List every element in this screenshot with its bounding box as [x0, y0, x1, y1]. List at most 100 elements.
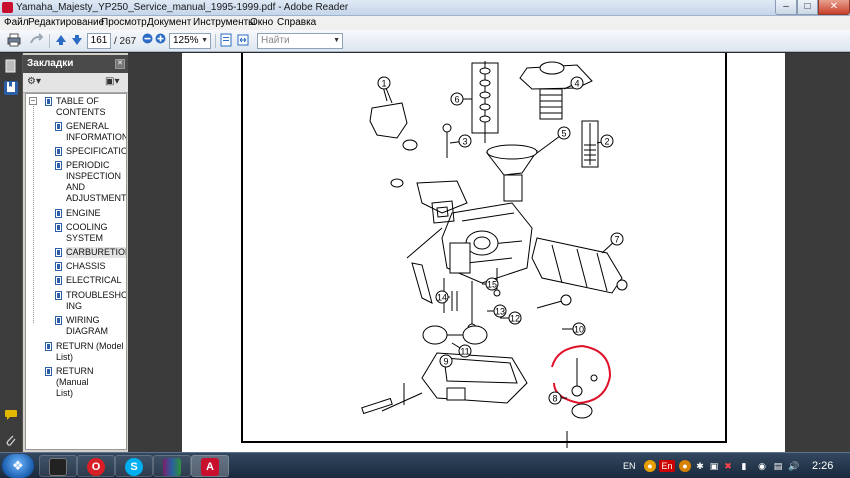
- float-pin-head: [560, 294, 572, 306]
- tray-security-icon[interactable]: ▣: [708, 460, 720, 472]
- tray-alert-icon[interactable]: ✖: [722, 460, 734, 472]
- float-bowl-drain: [446, 387, 466, 401]
- bookmark-periodic-inspection[interactable]: PERIODIC INSPECTION AND ADJUSTMENT: [55, 160, 127, 204]
- tray-app-icon[interactable]: ●: [679, 460, 691, 472]
- part-7-screw: [616, 279, 628, 291]
- punto-switcher-icon[interactable]: En: [659, 460, 675, 472]
- zoom-in-icon[interactable]: [154, 33, 166, 49]
- zoom-out-icon[interactable]: [141, 33, 153, 49]
- bookmark-label-line: AND: [66, 182, 86, 192]
- callout-13-label: 13: [495, 307, 505, 317]
- zoom-level-value: 125%: [173, 35, 199, 46]
- document-area[interactable]: 1 2 3 4 5 6 7 8 9 10 11 12 13 14 15: [128, 53, 850, 452]
- close-panel-icon[interactable]: ✕: [115, 59, 125, 69]
- bookmark-page-icon: [55, 161, 62, 170]
- bookmark-cooling-system[interactable]: COOLING SYSTEM: [55, 222, 108, 244]
- taskbar-app-skype[interactable]: S: [115, 455, 153, 477]
- next-page-icon[interactable]: [70, 33, 84, 49]
- tray-device-icon[interactable]: ▮: [738, 460, 750, 472]
- bookmark-label-line: SPECIFICATIONS: [66, 146, 127, 156]
- bookmark-label-line: COOLING: [66, 222, 108, 232]
- float-pin: [536, 300, 563, 309]
- start-button[interactable]: ❖: [2, 454, 34, 478]
- title-bar[interactable]: Yamaha_Majesty_YP250_Service_manual_1995…: [0, 0, 850, 16]
- clock[interactable]: 2:26: [812, 460, 833, 472]
- callout-15-label: 15: [487, 280, 497, 290]
- collapse-toggle[interactable]: −: [29, 97, 37, 105]
- part-6-clip-2: [479, 91, 491, 99]
- tray-notification-icon[interactable]: ◉: [756, 460, 768, 472]
- windows-logo-icon: ❖: [12, 458, 24, 473]
- desktop-icon: [49, 458, 67, 476]
- menu-tools[interactable]: Инструменты: [193, 17, 255, 28]
- bookmark-label-line: WIRING: [66, 315, 100, 325]
- bookmark-return-model-list[interactable]: RETURN (Model List): [45, 341, 124, 363]
- callout-8-label: 8: [552, 394, 557, 404]
- bookmark-wiring-diagram[interactable]: WIRING DIAGRAM: [55, 315, 109, 337]
- bookmark-label-line: DIAGRAM: [66, 326, 109, 336]
- float-left: [422, 325, 448, 345]
- callout-11-label: 11: [460, 347, 469, 357]
- bookmark-carburetion[interactable]: CARBURETION: [55, 247, 126, 258]
- network-icon[interactable]: ▤: [772, 460, 784, 472]
- menu-help[interactable]: Справка: [277, 17, 316, 28]
- bookmark-specifications[interactable]: SPECIFICATIONS: [55, 146, 127, 157]
- bookmark-label-line: ADJUSTMENT: [66, 193, 127, 203]
- bookmark-troubleshooting[interactable]: TROUBLESHOOTING: [55, 290, 126, 312]
- menu-document[interactable]: Документ: [147, 17, 191, 28]
- toolbar-separator: [215, 34, 216, 48]
- bookmark-engine[interactable]: ENGINE: [55, 208, 101, 219]
- bluetooth-icon[interactable]: ✱: [694, 460, 706, 472]
- attachments-icon[interactable]: [4, 433, 18, 447]
- pages-icon[interactable]: [4, 59, 18, 73]
- share-icon[interactable]: [28, 33, 44, 49]
- fit-width-icon[interactable]: [236, 33, 250, 49]
- taskbar-app-desktop[interactable]: [39, 455, 77, 477]
- bookmark-page-icon: [55, 276, 62, 285]
- tray-app-icon[interactable]: ●: [644, 460, 656, 472]
- menu-edit[interactable]: Редактирование: [28, 17, 104, 28]
- fit-page-icon[interactable]: [219, 33, 233, 49]
- zoom-level-select[interactable]: 125% ▼: [169, 33, 211, 49]
- callout-7-label: 7: [614, 235, 619, 245]
- close-button[interactable]: ✕: [818, 0, 850, 15]
- language-indicator[interactable]: EN: [623, 461, 636, 471]
- menu-bar: Файл Редактирование Просмотр Документ Ин…: [0, 16, 850, 30]
- bookmark-electrical[interactable]: ELECTRICAL: [55, 275, 122, 286]
- pdf-page: 1 2 3 4 5 6 7 8 9 10 11 12 13 14 15: [182, 53, 785, 452]
- find-input[interactable]: Найти ▼: [257, 33, 343, 49]
- bookmark-chassis[interactable]: CHASSIS: [55, 261, 106, 272]
- callout-3-label: 3: [462, 137, 467, 147]
- bookmark-label-line: CONTENTS: [56, 107, 106, 117]
- taskbar-app-adobe-reader[interactable]: A: [191, 455, 229, 477]
- bookmarks-header: Закладки ✕: [23, 55, 129, 73]
- callout-4-label: 4: [574, 79, 579, 89]
- bookmarks-icon[interactable]: [4, 81, 18, 95]
- bookmark-return-manual-list[interactable]: RETURN (Manual List): [45, 366, 126, 399]
- bookmark-label-line: RETURN (Model: [56, 341, 124, 351]
- taskbar-app-opera[interactable]: O: [77, 455, 115, 477]
- bookmark-page-icon: [55, 209, 62, 218]
- skype-icon: S: [125, 458, 143, 476]
- menu-view[interactable]: Просмотр: [101, 17, 147, 28]
- bookmark-general-information[interactable]: GENERAL INFORMATION: [55, 121, 126, 143]
- page-number-input[interactable]: 161: [87, 33, 111, 49]
- maximize-button[interactable]: □: [797, 0, 818, 15]
- menu-window[interactable]: Окно: [250, 17, 273, 28]
- menu-file[interactable]: Файл: [4, 17, 29, 28]
- print-icon[interactable]: [6, 33, 22, 49]
- minimize-button[interactable]: –: [775, 0, 797, 15]
- part-6-clip-3: [479, 103, 491, 111]
- bookmark-options-icon[interactable]: ⚙▾: [27, 76, 41, 87]
- vertical-scrollbar[interactable]: [834, 53, 850, 452]
- volume-icon[interactable]: 🔊: [788, 460, 800, 472]
- comments-icon[interactable]: [4, 409, 18, 423]
- bookmark-page-icon: [45, 342, 52, 351]
- bookmark-label-line: TABLE OF: [56, 96, 99, 106]
- previous-page-icon[interactable]: [54, 33, 68, 49]
- bookmark-table-of-contents[interactable]: TABLE OF CONTENTS: [45, 96, 106, 118]
- taskbar-app-winrar[interactable]: [153, 455, 191, 477]
- find-placeholder: Найти: [261, 35, 290, 46]
- expand-bookmark-icon[interactable]: ▣▾: [105, 76, 119, 87]
- part-6-clip-1: [479, 79, 491, 87]
